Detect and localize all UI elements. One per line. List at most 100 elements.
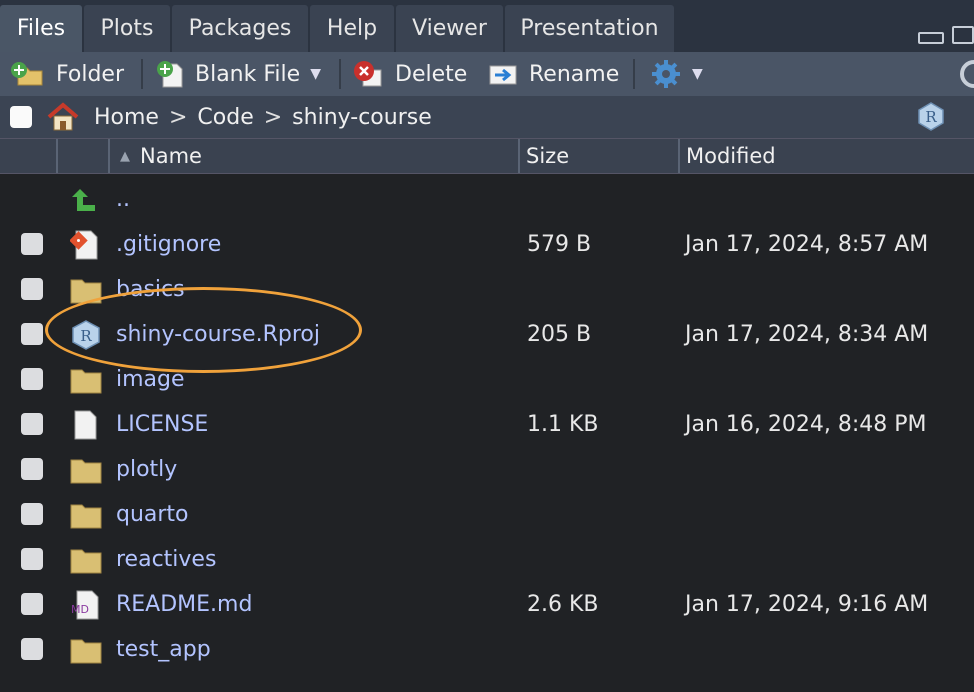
file-name-link[interactable]: LICENSE	[116, 402, 208, 447]
breadcrumb-separator-icon: >	[263, 104, 283, 130]
row-checkbox[interactable]	[21, 458, 43, 480]
delete-button[interactable]: Delete	[353, 52, 467, 96]
file-name-link[interactable]: ..	[116, 177, 130, 222]
file-row[interactable]: LICENSE 1.1 KB Jan 16, 2024, 8:48 PM	[0, 402, 974, 447]
column-header-modified[interactable]: Modified	[680, 139, 974, 173]
toolbar-divider	[633, 59, 635, 89]
tab-files[interactable]: Files	[0, 5, 82, 52]
tab-label: Files	[16, 16, 66, 41]
tab-label: Presentation	[520, 16, 659, 41]
tab-packages[interactable]: Packages	[172, 5, 308, 52]
maximize-pane-icon[interactable]	[952, 26, 974, 44]
breadcrumb-separator-icon: >	[168, 104, 188, 130]
file-name-link[interactable]: test_app	[116, 627, 211, 672]
home-icon[interactable]	[46, 102, 80, 132]
delete-icon	[354, 61, 382, 87]
file-size: 205 B	[527, 322, 592, 347]
rename-label: Rename	[529, 61, 620, 87]
rename-icon	[489, 65, 517, 85]
blank-file-label: Blank File	[195, 61, 301, 87]
file-list-header: ▲ Name Size Modified	[0, 138, 974, 174]
file-name-link[interactable]: plotly	[116, 447, 177, 492]
toolbar-divider	[339, 59, 341, 89]
markdown-file-icon: MD	[70, 590, 102, 620]
highlight-ring	[45, 287, 362, 373]
folder-icon	[70, 365, 102, 395]
toolbar-divider	[141, 59, 143, 89]
row-checkbox[interactable]	[21, 278, 43, 300]
tab-label: Plots	[100, 16, 154, 41]
breadcrumb-current[interactable]: shiny-course	[292, 105, 432, 130]
git-file-icon	[69, 230, 102, 260]
file-name-link[interactable]: README.md	[116, 582, 252, 627]
file-size: 2.6 KB	[527, 592, 599, 617]
tab-label: Help	[326, 16, 378, 41]
sort-ascending-icon: ▲	[120, 148, 130, 164]
tab-label: Viewer	[412, 16, 487, 41]
folder-icon	[70, 635, 102, 665]
row-checkbox[interactable]	[21, 323, 43, 345]
file-name-link[interactable]: .gitignore	[116, 222, 221, 267]
tab-presentation[interactable]: Presentation	[505, 5, 674, 52]
new-folder-button[interactable]: Folder	[10, 52, 124, 96]
file-size: 579 B	[527, 232, 592, 257]
breadcrumb-home[interactable]: Home	[94, 105, 159, 130]
gear-icon	[652, 60, 680, 88]
breadcrumb-code[interactable]: Code	[197, 105, 253, 130]
row-checkbox[interactable]	[21, 593, 43, 615]
rename-button[interactable]: Rename	[487, 52, 619, 96]
file-modified: Jan 16, 2024, 8:48 PM	[685, 412, 927, 437]
file-row[interactable]: reactives	[0, 537, 974, 582]
file-modified: Jan 17, 2024, 9:16 AM	[685, 592, 929, 617]
column-modified-label: Modified	[686, 144, 776, 168]
parent-directory-row[interactable]: ..	[0, 177, 974, 222]
more-options-button[interactable]: ▼	[650, 52, 703, 96]
tab-plots[interactable]: Plots	[84, 5, 170, 52]
file-row[interactable]: quarto	[0, 492, 974, 537]
refresh-icon[interactable]	[960, 60, 974, 88]
file-icon	[70, 410, 102, 440]
file-row[interactable]: MD README.md 2.6 KB Jan 17, 2024, 9:16 AM	[0, 582, 974, 627]
tab-help[interactable]: Help	[310, 5, 394, 52]
file-name-link[interactable]: quarto	[116, 492, 189, 537]
row-checkbox[interactable]	[21, 368, 43, 390]
file-modified: Jan 17, 2024, 8:57 AM	[685, 232, 929, 257]
breadcrumb: Home > Code > shiny-course R	[0, 96, 974, 138]
row-checkbox[interactable]	[21, 233, 43, 255]
row-checkbox[interactable]	[21, 638, 43, 660]
tab-viewer[interactable]: Viewer	[396, 5, 503, 52]
select-all-checkbox[interactable]	[10, 106, 32, 128]
folder-icon	[70, 455, 102, 485]
column-header-size[interactable]: Size	[520, 139, 678, 173]
file-size: 1.1 KB	[527, 412, 599, 437]
file-row[interactable]: plotly	[0, 447, 974, 492]
folder-icon	[70, 500, 102, 530]
row-checkbox[interactable]	[21, 503, 43, 525]
column-name-label: Name	[140, 144, 202, 168]
chevron-down-icon: ▼	[692, 66, 703, 82]
svg-text:MD: MD	[71, 603, 89, 616]
file-row[interactable]: .gitignore 579 B Jan 17, 2024, 8:57 AM	[0, 222, 974, 267]
files-toolbar: Folder Blank File ▼ Delete Rename ▼	[0, 52, 974, 96]
svg-text:R: R	[925, 108, 937, 126]
file-modified: Jan 17, 2024, 8:34 AM	[685, 322, 929, 347]
column-header-name[interactable]: ▲ Name	[114, 139, 518, 173]
column-divider	[56, 139, 58, 173]
new-folder-label: Folder	[56, 61, 124, 87]
file-name-link[interactable]: reactives	[116, 537, 216, 582]
column-divider	[108, 139, 110, 173]
row-checkbox[interactable]	[21, 548, 43, 570]
folder-icon	[70, 545, 102, 575]
parent-folder-icon	[70, 185, 102, 215]
chevron-down-icon: ▼	[310, 66, 321, 82]
new-folder-icon	[11, 62, 43, 86]
row-checkbox[interactable]	[21, 413, 43, 435]
pane-tab-bar: Files Plots Packages Help Viewer Present…	[0, 0, 974, 52]
new-blank-file-button[interactable]: Blank File ▼	[155, 52, 321, 96]
delete-label: Delete	[395, 61, 468, 87]
rproj-icon[interactable]: R	[916, 101, 946, 131]
minimize-pane-icon[interactable]	[918, 32, 944, 44]
column-size-label: Size	[526, 144, 570, 168]
file-row[interactable]: test_app	[0, 627, 974, 672]
tab-label: Packages	[188, 16, 292, 41]
